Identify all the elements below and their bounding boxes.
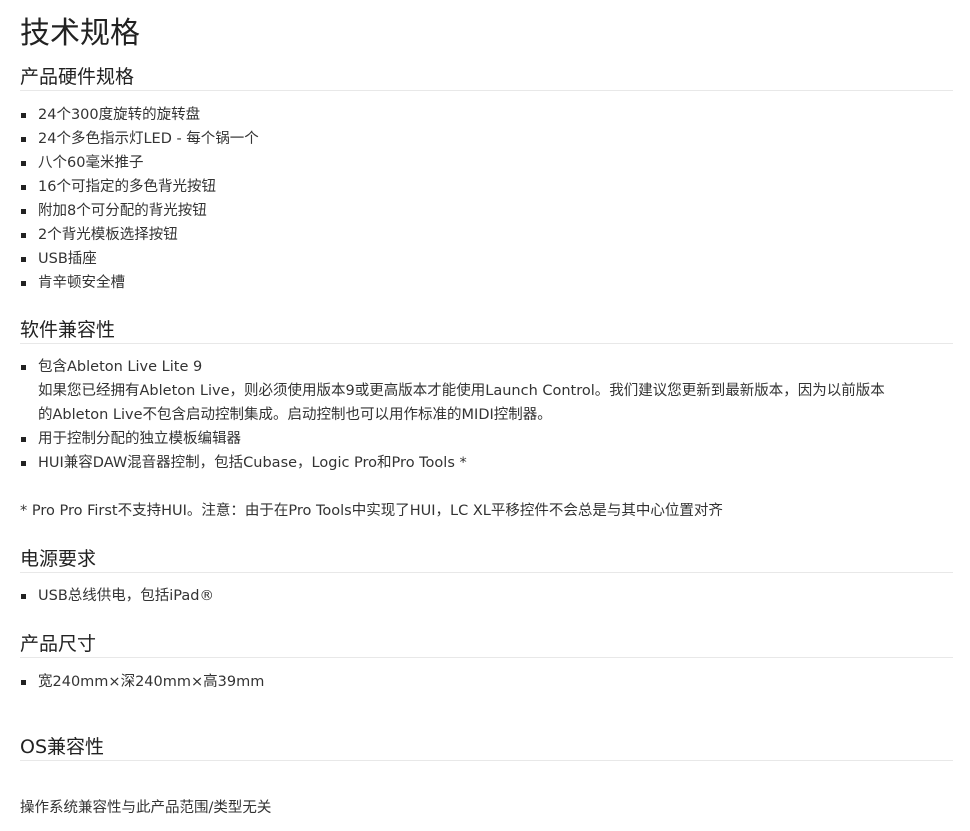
bullet-icon [21, 209, 26, 214]
list-item: 24个多色指示灯LED - 每个锅一个 [20, 127, 953, 151]
list-item: 附加8个可分配的背光按钮 [20, 199, 953, 223]
list-item-detail: 的Ableton Live不包含启动控制集成。启动控制也可以用作标准的MIDI控… [38, 407, 552, 423]
bullet-icon [21, 257, 26, 262]
bullet-icon [21, 680, 26, 685]
section-heading-dimensions: 产品尺寸 [20, 631, 953, 658]
list-item: 肯辛顿安全槽 [20, 271, 953, 295]
list-item-detail: 如果您已经拥有Ableton Live，则必须使用版本9或更高版本才能使用Lau… [38, 383, 885, 399]
section-heading-software: 软件兼容性 [20, 317, 953, 344]
list-item: 包含Ableton Live Lite 9 如果您已经拥有Ableton Liv… [20, 355, 953, 427]
bullet-icon [21, 281, 26, 286]
section-heading-hardware: 产品硬件规格 [20, 64, 953, 91]
bullet-icon [21, 594, 26, 599]
software-compat-list: 包含Ableton Live Lite 9 如果您已经拥有Ableton Liv… [20, 355, 953, 475]
bullet-icon [21, 461, 26, 466]
list-item: 2个背光模板选择按钮 [20, 223, 953, 247]
section-heading-os: OS兼容性 [20, 734, 953, 761]
section-heading-power: 电源要求 [20, 546, 953, 573]
list-item: 用于控制分配的独立模板编辑器 [20, 427, 953, 451]
bullet-icon [21, 161, 26, 166]
list-item: USB插座 [20, 247, 953, 271]
dimensions-list: 宽240mm×深240mm×高39mm [20, 670, 953, 694]
bullet-icon [21, 137, 26, 142]
bullet-icon [21, 185, 26, 190]
bullet-icon [21, 233, 26, 238]
page-title: 技术规格 [20, 16, 140, 51]
list-item: HUI兼容DAW混音器控制，包括Cubase，Logic Pro和Pro Too… [20, 451, 953, 475]
list-item-title: 包含Ableton Live Lite 9 [38, 359, 203, 375]
list-item: USB总线供电，包括iPad® [20, 584, 953, 608]
list-item: 八个60毫米推子 [20, 151, 953, 175]
list-item: 宽240mm×深240mm×高39mm [20, 670, 953, 694]
list-item: 16个可指定的多色背光按钮 [20, 175, 953, 199]
software-footnote: * Pro Pro First不支持HUI。注意：由于在Pro Tools中实现… [20, 503, 723, 519]
hardware-spec-list: 24个300度旋转的旋转盘 24个多色指示灯LED - 每个锅一个 八个60毫米… [20, 103, 953, 295]
power-list: USB总线供电，包括iPad® [20, 584, 953, 608]
list-item: 24个300度旋转的旋转盘 [20, 103, 953, 127]
bullet-icon [21, 365, 26, 370]
os-compat-text: 操作系统兼容性与此产品范围/类型无关 [20, 800, 272, 816]
bullet-icon [21, 437, 26, 442]
bullet-icon [21, 113, 26, 118]
